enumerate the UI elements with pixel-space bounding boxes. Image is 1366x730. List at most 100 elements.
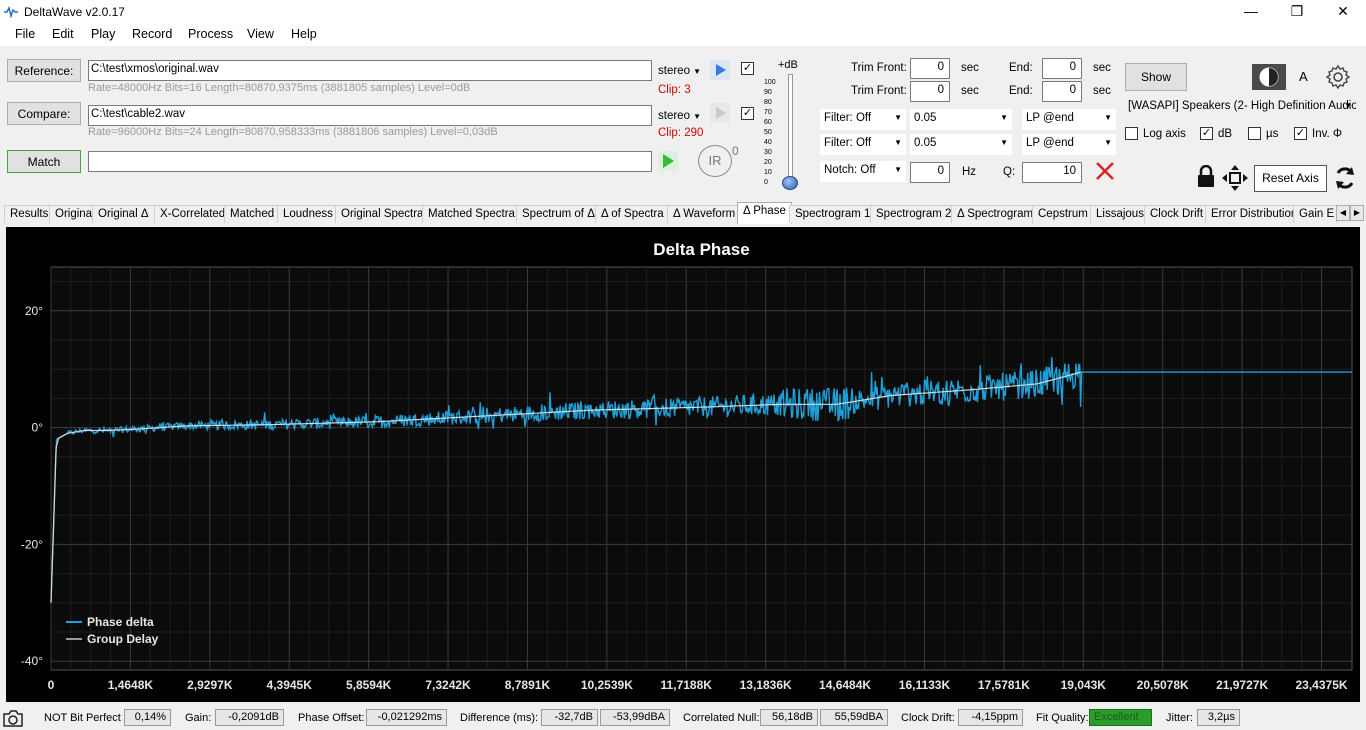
tab-13[interactable]: Spectrogram 2 <box>870 205 958 223</box>
show-button[interactable]: Show <box>1125 63 1187 91</box>
app-icon <box>4 6 18 18</box>
clear-filters-button[interactable] <box>1094 160 1116 185</box>
tab-5[interactable]: Loudness <box>277 205 339 223</box>
tab-14[interactable]: Δ Spectrogram <box>951 205 1040 223</box>
camera-icon[interactable] <box>2 708 24 728</box>
filter1-mode-value: LP @end <box>1026 112 1074 124</box>
reference-checkbox[interactable]: ✓ <box>741 62 754 75</box>
tab-8[interactable]: Spectrum of Δ <box>516 205 601 223</box>
volume-scale: 100 90 80 70 60 50 40 30 20 10 0 <box>764 79 780 189</box>
tab-3[interactable]: X-Correlated <box>154 205 232 223</box>
filter2-value-select[interactable]: 0.05 ▼ <box>910 134 1012 155</box>
close-icon[interactable]: ✕ <box>1320 0 1366 24</box>
contrast-button[interactable] <box>1252 64 1286 90</box>
tab-12[interactable]: Spectrogram 1 <box>789 205 877 223</box>
notch-q-field[interactable]: 10 <box>1022 162 1082 183</box>
trim-end-field[interactable]: 0 <box>1042 58 1082 79</box>
trim-front-field-2[interactable]: 0 <box>910 81 950 102</box>
compare-checkbox[interactable]: ✓ <box>741 107 754 120</box>
filter2-type-select[interactable]: Filter: Off ▼ <box>820 134 906 155</box>
lock-button[interactable] <box>1196 164 1216 192</box>
trim-end-field-2[interactable]: 0 <box>1042 81 1082 102</box>
match-button[interactable]: Match <box>7 150 81 173</box>
chart-canvas[interactable]: 0 1,4648K 2,9297K 4,3945K 5,8594K 7,3242K 8,78… <box>6 227 1360 702</box>
refresh-button[interactable] <box>1333 165 1357 194</box>
red-x-icon <box>1096 162 1114 180</box>
tab-11[interactable]: Δ Phase <box>737 202 792 224</box>
db-checkbox[interactable]: ✓ <box>1200 127 1213 140</box>
a-weighting-toggle[interactable]: A <box>1299 69 1308 84</box>
filter1-value: 0.05 <box>914 112 937 124</box>
gear-icon <box>1325 64 1351 90</box>
compare-channel-select[interactable]: stereo ▼ <box>658 110 701 122</box>
menu-view[interactable]: View <box>247 27 274 41</box>
reference-path-field[interactable]: C:\test\xmos\original.wav <box>88 60 652 81</box>
reset-axis-button[interactable]: Reset Axis <box>1254 165 1327 192</box>
match-field[interactable] <box>88 151 652 172</box>
tab-2[interactable]: Original Δ <box>92 205 155 223</box>
tab-6[interactable]: Original Spectra <box>335 205 430 223</box>
pan-button[interactable] <box>1221 164 1249 195</box>
match-play-button[interactable] <box>658 151 678 171</box>
tab-17[interactable]: Clock Drift <box>1144 205 1210 223</box>
phase-offset-label: Phase Offset: <box>298 712 365 724</box>
y-tick-label: -20° <box>21 537 43 551</box>
compare-path-field[interactable]: C:\test\cable2.wav <box>88 105 652 126</box>
tab-9[interactable]: Δ of Spectra <box>595 205 670 223</box>
minimize-icon[interactable]: — <box>1228 0 1274 24</box>
tab-19[interactable]: Gain E <box>1293 205 1337 223</box>
menu-process[interactable]: Process <box>188 27 233 41</box>
gain-label: Gain: <box>185 712 212 724</box>
x-tick-label: 19,043K <box>1061 678 1107 692</box>
compare-button[interactable]: Compare: <box>7 102 81 125</box>
log-axis-checkbox[interactable] <box>1125 127 1138 140</box>
reference-button[interactable]: Reference: <box>7 59 81 82</box>
volume-thumb[interactable] <box>782 176 798 190</box>
menu-edit[interactable]: Edit <box>52 27 74 41</box>
notch-freq-field[interactable]: 0 <box>910 162 950 183</box>
filter1-value-select[interactable]: 0.05 ▼ <box>910 109 1012 130</box>
correlated-null-db: 56,18dB <box>760 709 818 726</box>
reference-play-button[interactable] <box>710 60 730 80</box>
x-tick-label: 10,2539K <box>581 678 633 692</box>
tab-0[interactable]: Results <box>4 205 55 223</box>
tab-scroll-left-button[interactable]: ◀ <box>1336 205 1350 221</box>
window-title: DeltaWave v2.0.17 <box>24 5 125 19</box>
phase-offset-value: -0,021292ms <box>366 709 447 726</box>
delta-phase-chart[interactable]: 0 1,4648K 2,9297K 4,3945K 5,8594K 7,3242K 8,78… <box>6 227 1360 702</box>
menu-file[interactable]: File <box>15 27 35 41</box>
ir-button[interactable]: IR <box>698 145 732 177</box>
legend-label: Phase delta <box>87 615 154 629</box>
filter1-mode-select[interactable]: LP @end ▼ <box>1022 109 1116 130</box>
tab-scroll-right-button[interactable]: ▶ <box>1350 205 1364 221</box>
us-checkbox[interactable] <box>1248 127 1261 140</box>
volume-track[interactable] <box>788 74 793 184</box>
chevron-down-icon: ▼ <box>693 112 702 121</box>
plot-area[interactable] <box>50 266 1353 671</box>
compare-play-button[interactable] <box>710 103 730 123</box>
menu-play[interactable]: Play <box>91 27 115 41</box>
inv-phase-checkbox[interactable]: ✓ <box>1294 127 1307 140</box>
menu-record[interactable]: Record <box>132 27 172 41</box>
volume-tick: 60 <box>764 119 772 126</box>
tab-16[interactable]: Lissajous <box>1090 205 1150 223</box>
restore-icon[interactable]: ❐ <box>1274 0 1320 24</box>
chevron-down-icon: ▼ <box>1104 138 1112 147</box>
chevron-down-icon: ▼ <box>1104 113 1112 122</box>
reference-channel-select[interactable]: stereo ▼ <box>658 65 701 77</box>
refresh-icon <box>1336 167 1354 189</box>
tab-15[interactable]: Cepstrum <box>1032 205 1094 223</box>
filter1-type-select[interactable]: Filter: Off ▼ <box>820 109 906 130</box>
title-bar: DeltaWave v2.0.17 — ❐ ✕ <box>0 0 1366 24</box>
tab-10[interactable]: Δ Waveform <box>667 205 742 223</box>
filter2-mode-select[interactable]: LP @end ▼ <box>1022 134 1116 155</box>
menu-help[interactable]: Help <box>291 27 317 41</box>
tab-4[interactable]: Matched <box>224 205 281 223</box>
notch-type-select[interactable]: Notch: Off ▼ <box>820 161 906 182</box>
tab-7[interactable]: Matched Spectra <box>422 205 521 223</box>
output-device-select[interactable]: [WASAPI] Speakers (2- High Definition Au… <box>1124 97 1356 118</box>
tab-18[interactable]: Error Distribution <box>1205 205 1304 223</box>
settings-button[interactable] <box>1325 64 1351 93</box>
clock-drift-value: -4,15ppm <box>958 709 1023 726</box>
trim-front-field[interactable]: 0 <box>910 58 950 79</box>
